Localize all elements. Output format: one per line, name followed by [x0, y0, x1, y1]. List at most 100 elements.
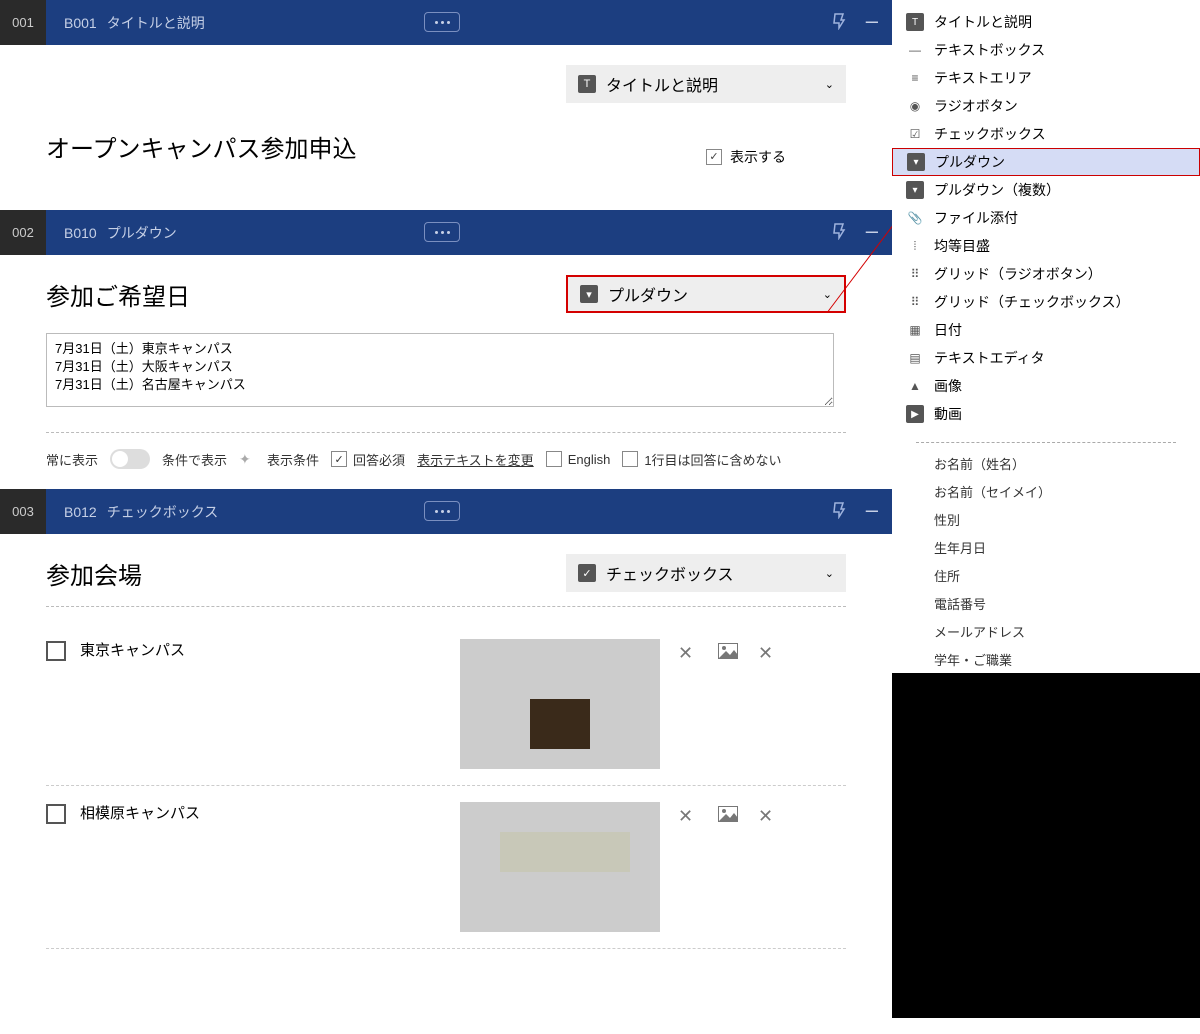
divider: [46, 606, 846, 607]
field-type-label: タイトルと説明: [606, 72, 718, 96]
sidebar-type-item[interactable]: ☑ チェックボックス: [892, 120, 1200, 148]
section-title: 参加ご希望日: [46, 277, 566, 312]
option-thumbnail[interactable]: [460, 639, 660, 769]
block-type-label: チェックボックス: [107, 502, 219, 522]
option-label[interactable]: 相模原キャンパス: [80, 802, 460, 823]
english-checkbox[interactable]: English: [546, 451, 611, 467]
remove-image-icon[interactable]: ✕: [678, 643, 696, 661]
sidebar-type-item[interactable]: ▾プルダウン: [892, 148, 1200, 176]
type-icon: ☑: [906, 125, 924, 143]
field-type-selector-pulldown[interactable]: ▾ プルダウン ⌄: [566, 275, 846, 313]
cond-show-label: 条件で表示: [162, 450, 227, 469]
block-type-label: タイトルと説明: [107, 13, 205, 33]
always-show-label: 常に表示: [46, 450, 98, 469]
type-icon: ⦙: [906, 237, 924, 255]
sidebar-type-item[interactable]: ▲画像: [892, 372, 1200, 400]
checkbox-type-icon: ✓: [578, 564, 596, 582]
divider: [46, 432, 846, 433]
type-label: 日付: [934, 320, 962, 340]
cond-button-label[interactable]: 表示条件: [267, 450, 319, 469]
sidebar-type-item[interactable]: —テキストボックス: [892, 36, 1200, 64]
option-checkbox[interactable]: [46, 641, 66, 661]
block-header-003[interactable]: 003 B012 チェックボックス –: [0, 489, 892, 534]
collapse-button[interactable]: –: [866, 220, 878, 242]
block-body-002: 参加ご希望日 ▾ プルダウン ⌄ 常に表示 条件で表示 表示条件 回答必須 表示…: [0, 255, 892, 489]
image-icon[interactable]: [718, 806, 736, 824]
type-icon: ▤: [906, 349, 924, 367]
checkbox-icon: [546, 451, 562, 467]
chevron-down-icon: ⌄: [825, 567, 834, 580]
block-menu-button[interactable]: [424, 12, 460, 32]
delete-option-icon[interactable]: ✕: [758, 806, 776, 824]
checkbox-icon: ✓: [706, 149, 722, 165]
show-label: 表示する: [730, 147, 786, 167]
sidebar-preset-item[interactable]: お名前（姓名）: [892, 449, 1200, 477]
type-icon: ▦: [906, 321, 924, 339]
sidebar-type-item[interactable]: ⠿グリッド（チェックボックス）: [892, 288, 1200, 316]
type-label: テキストエディタ: [934, 348, 1045, 368]
image-icon[interactable]: [718, 643, 736, 661]
collapse-button[interactable]: –: [866, 10, 878, 32]
sidebar-type-item[interactable]: ⦙ 均等目盛: [892, 232, 1200, 260]
sidebar-type-item[interactable]: 📎ファイル添付: [892, 204, 1200, 232]
sidebar-preset-item[interactable]: 電話番号: [892, 589, 1200, 617]
type-label: グリッド（ラジオボタン）: [934, 264, 1102, 284]
block-code: B001: [64, 15, 97, 31]
type-icon: T: [906, 13, 924, 31]
field-type-label: プルダウン: [608, 282, 688, 306]
type-label: 均等目盛: [934, 236, 990, 256]
sidebar-preset-item[interactable]: お名前（セイメイ）: [892, 477, 1200, 505]
sidebar-type-item[interactable]: Tタイトルと説明: [892, 8, 1200, 36]
pin-icon[interactable]: [830, 501, 848, 519]
sidebar: Tタイトルと説明—テキストボックス≡テキストエリア◉ラジオボタン ☑ チェックボック…: [892, 0, 1200, 1034]
pin-icon[interactable]: [830, 12, 848, 30]
sidebar-preset-item[interactable]: 性別: [892, 505, 1200, 533]
pin-icon[interactable]: [830, 222, 848, 240]
sidebar-type-item[interactable]: ▾プルダウン（複数）: [892, 176, 1200, 204]
sidebar-separator: [916, 442, 1176, 443]
exclude-first-checkbox[interactable]: 1行目は回答に含めない: [622, 450, 781, 469]
options-textarea[interactable]: [46, 333, 834, 407]
checkbox-option-row: 相模原キャンパス ✕ ✕: [46, 786, 846, 949]
block-header-002[interactable]: 002 B010 プルダウン –: [0, 210, 892, 255]
checkbox-icon: [622, 451, 638, 467]
sidebar-type-item[interactable]: ▶動画: [892, 400, 1200, 428]
sidebar-preset-item[interactable]: 生年月日: [892, 533, 1200, 561]
change-text-link[interactable]: 表示テキストを変更: [417, 450, 534, 469]
block-code: B010: [64, 225, 97, 241]
sidebar-type-item[interactable]: ◉ラジオボタン: [892, 92, 1200, 120]
sidebar-preset-item[interactable]: 学年・ご職業: [892, 645, 1200, 673]
remove-image-icon[interactable]: ✕: [678, 806, 696, 824]
collapse-button[interactable]: –: [866, 499, 878, 521]
type-label: テキストエリア: [934, 68, 1032, 88]
type-label: チェックボックス: [934, 124, 1046, 144]
type-icon: ▶: [906, 405, 924, 423]
field-type-selector[interactable]: ✓ チェックボックス ⌄: [566, 554, 846, 592]
block-menu-button[interactable]: [424, 222, 460, 242]
type-label: ラジオボタン: [934, 96, 1018, 116]
required-checkbox[interactable]: 回答必須: [331, 450, 405, 469]
sidebar-preset-item[interactable]: 住所: [892, 561, 1200, 589]
sidebar-type-item[interactable]: ≡テキストエリア: [892, 64, 1200, 92]
block-header-001[interactable]: 001 B001 タイトルと説明 –: [0, 0, 892, 45]
chevron-down-icon: ⌄: [825, 78, 834, 91]
sidebar-type-item[interactable]: ▦ 日付: [892, 316, 1200, 344]
delete-option-icon[interactable]: ✕: [758, 643, 776, 661]
pulldown-icon: ▾: [580, 285, 598, 303]
sidebar-type-item[interactable]: ▤ テキストエディタ: [892, 344, 1200, 372]
option-thumbnail[interactable]: [460, 802, 660, 932]
sidebar-preset-item[interactable]: メールアドレス: [892, 617, 1200, 645]
type-icon: 📎: [906, 209, 924, 227]
option-checkbox[interactable]: [46, 804, 66, 824]
type-icon: ▾: [906, 181, 924, 199]
sidebar-type-item[interactable]: ⠿グリッド（ラジオボタン）: [892, 260, 1200, 288]
condition-toggle[interactable]: [110, 449, 150, 469]
chevron-down-icon: ⌄: [823, 288, 832, 301]
show-checkbox[interactable]: ✓ 表示する: [706, 147, 786, 167]
field-type-selector[interactable]: T タイトルと説明 ⌄: [566, 65, 846, 103]
block-menu-button[interactable]: [424, 501, 460, 521]
section-title: 参加会場: [46, 556, 566, 591]
option-label[interactable]: 東京キャンパス: [80, 639, 460, 660]
type-icon: ⠿: [906, 293, 924, 311]
block-code: B012: [64, 504, 97, 520]
